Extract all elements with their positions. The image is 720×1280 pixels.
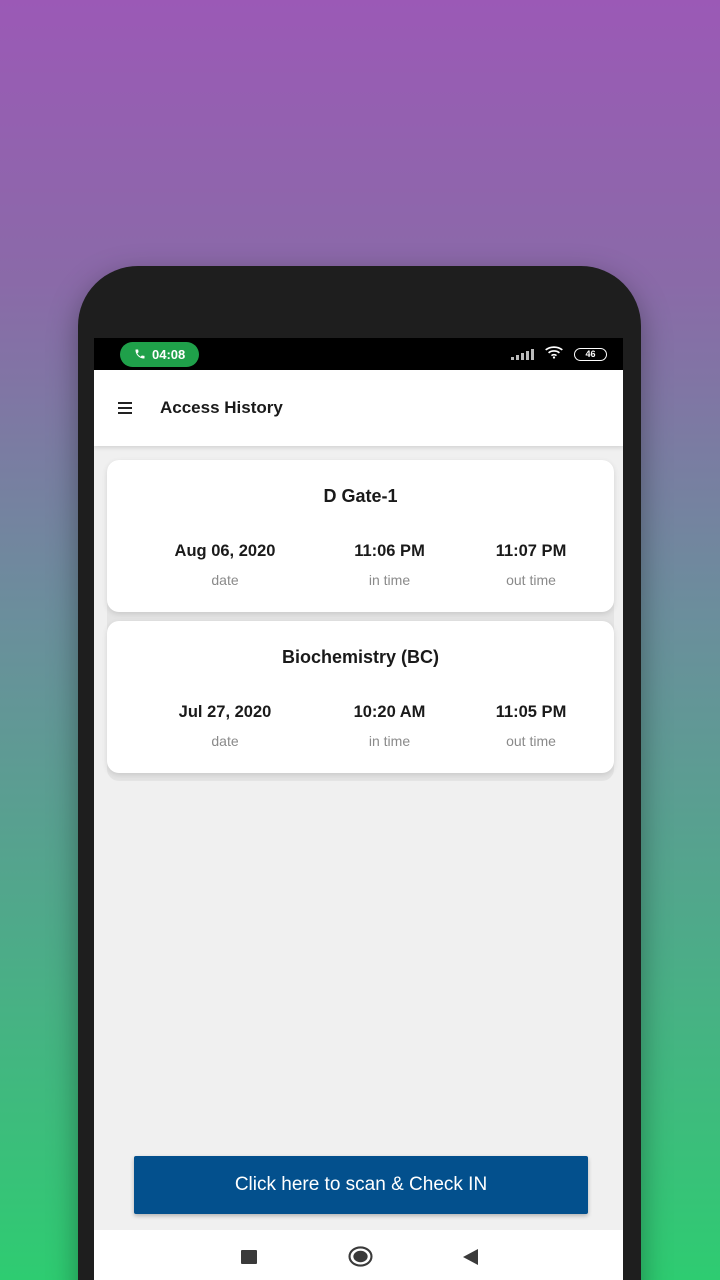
battery-level: 46: [585, 349, 596, 359]
in-time-value: 10:20 AM: [353, 703, 426, 721]
in-time-label: in time: [368, 733, 411, 749]
out-time-value: 11:07 PM: [495, 542, 567, 560]
date-column: Jul 27, 2020 date: [165, 703, 285, 749]
out-time-column: 11:07 PM out time: [481, 542, 581, 588]
wifi-icon: [544, 345, 564, 364]
page-title: Access History: [160, 398, 283, 417]
in-time-column: 10:20 AM in time: [337, 703, 442, 749]
access-history-list: D Gate-1 Aug 06, 2020 date 11:06 PM in t…: [94, 446, 623, 781]
square-recents-icon[interactable]: [241, 1250, 257, 1264]
access-history-list-bg: D Gate-1 Aug 06, 2020 date 11:06 PM in t…: [107, 460, 614, 781]
out-time-label: out time: [506, 572, 556, 588]
app-bar: Access History: [94, 370, 623, 446]
date-value: Aug 06, 2020: [174, 542, 276, 560]
signal-icon: [511, 348, 534, 360]
call-timer: 04:08: [152, 346, 186, 362]
out-time-label: out time: [506, 733, 556, 749]
ongoing-call-pill[interactable]: 04:08: [120, 341, 200, 367]
hamburger-menu-icon[interactable]: [118, 402, 132, 414]
location-name: D Gate-1: [323, 486, 398, 506]
in-time-column: 11:06 PM in time: [337, 542, 442, 588]
location-name: Biochemistry (BC): [281, 647, 440, 667]
battery-icon: 46: [574, 347, 607, 361]
in-time-label: in time: [368, 572, 411, 588]
triangle-back-icon[interactable]: [462, 1249, 479, 1265]
access-record-card[interactable]: D Gate-1 Aug 06, 2020 date 11:06 PM in t…: [107, 460, 614, 612]
phone-icon: [135, 349, 145, 359]
system-nav-bar: [94, 1230, 623, 1280]
date-value: Jul 27, 2020: [178, 703, 272, 721]
circle-home-icon[interactable]: [348, 1246, 373, 1267]
status-bar: 04:08 46: [94, 338, 623, 370]
date-label: date: [211, 733, 239, 749]
phone-screen: 04:08 46 Access History D Gate-1 Aug 06,…: [94, 338, 623, 1280]
out-time-column: 11:05 PM out time: [481, 703, 581, 749]
date-column: Aug 06, 2020 date: [165, 542, 285, 588]
scan-check-in-button[interactable]: Click here to scan & Check IN: [134, 1156, 588, 1214]
date-label: date: [211, 572, 239, 588]
out-time-value: 11:05 PM: [495, 703, 567, 721]
in-time-value: 11:06 PM: [354, 542, 425, 560]
access-record-card[interactable]: Biochemistry (BC) Jul 27, 2020 date 10:2…: [107, 621, 614, 773]
status-icons: 46: [511, 345, 607, 364]
